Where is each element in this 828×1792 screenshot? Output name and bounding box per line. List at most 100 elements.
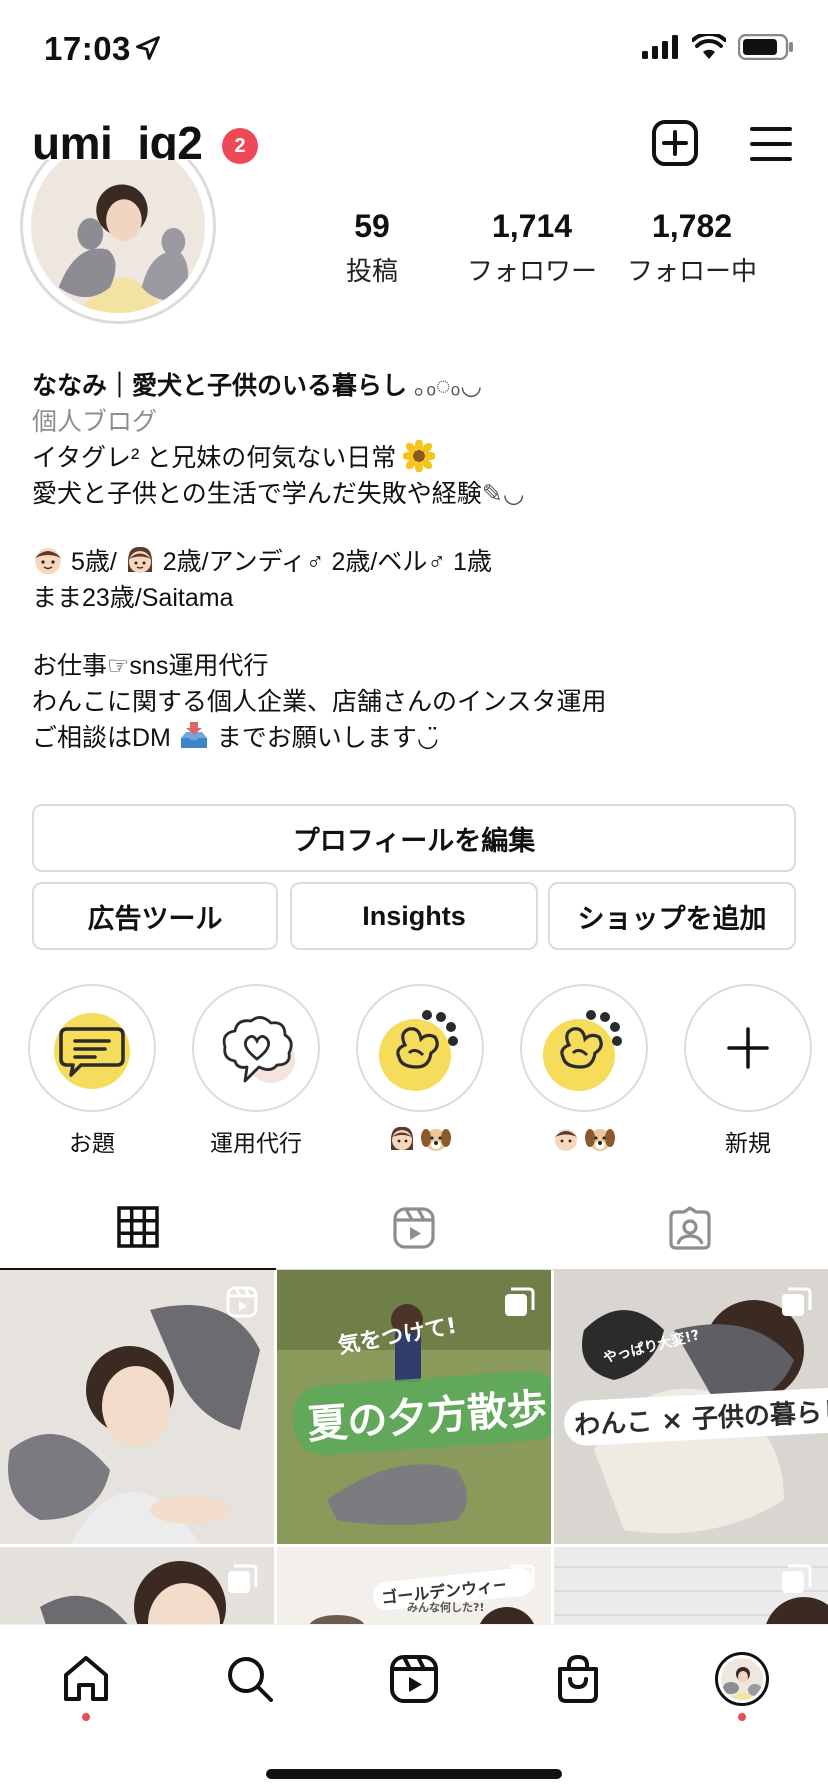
hamburger-menu-icon[interactable] bbox=[750, 124, 792, 164]
dog-paw-icon bbox=[365, 993, 475, 1103]
bio-line-2: 愛犬と子供との生活で学んだ失敗や経験✎◡ bbox=[32, 476, 802, 512]
tagged-icon bbox=[669, 1206, 711, 1250]
highlight-ring bbox=[520, 984, 648, 1112]
display-name: ななみ｜愛犬と子供のいる暮らし bbox=[32, 372, 408, 400]
battery-icon bbox=[738, 34, 793, 60]
carousel-badge-icon bbox=[228, 1564, 258, 1593]
name-decoration: ｡ₒ◌ₒ◡ bbox=[413, 372, 483, 400]
tab-reels[interactable] bbox=[276, 1186, 552, 1270]
highlight-label: お題 bbox=[69, 1130, 115, 1156]
post-tile[interactable]: やっぱり大変!? わんこ × 子供の暮らし bbox=[554, 1270, 828, 1544]
avatar-photo bbox=[31, 160, 205, 313]
carousel-badge-icon bbox=[505, 1287, 535, 1316]
post-tile[interactable]: 気をつけて! 夏の夕方散歩 bbox=[277, 1270, 551, 1544]
post-tile[interactable] bbox=[0, 1270, 274, 1544]
post-tile[interactable] bbox=[554, 1547, 828, 1624]
create-post-icon[interactable] bbox=[652, 120, 698, 166]
add-shop-button[interactable]: ショップを追加 bbox=[548, 882, 796, 950]
tab-posts-grid[interactable] bbox=[0, 1186, 276, 1270]
girl-face-icon bbox=[127, 546, 152, 573]
profile-avatar[interactable] bbox=[20, 160, 216, 346]
stat-following-label: フォロー中 bbox=[626, 256, 757, 286]
post-grid: 気をつけて! 夏の夕方散歩 やっぱり大変!? わんこ × 子供の暮らし ゴールデ… bbox=[0, 1270, 828, 1624]
profile-tabs bbox=[0, 1186, 828, 1270]
highlight-label: 新規 bbox=[725, 1130, 771, 1156]
home-icon bbox=[64, 1656, 108, 1701]
nav-reels[interactable] bbox=[384, 1649, 444, 1709]
highlight-label bbox=[354, 1124, 486, 1154]
stat-following[interactable]: 1,782 フォロー中 bbox=[622, 208, 762, 288]
tab-tagged[interactable] bbox=[552, 1186, 828, 1270]
post-tile[interactable] bbox=[0, 1547, 274, 1624]
highlight-ring bbox=[28, 984, 156, 1112]
nav-home-dot bbox=[82, 1713, 90, 1721]
bio-text-2: 愛犬と子供との生活で学んだ失敗や経験 bbox=[32, 480, 482, 508]
bio-line-6: わんこに関する個人企業、店舗さんのインスタ運用 bbox=[32, 688, 607, 716]
home-indicator bbox=[266, 1769, 562, 1779]
bio-line-4: まま23歳/Saitama bbox=[32, 584, 234, 612]
dog-paw-icon bbox=[529, 993, 639, 1103]
inbox-tray-icon bbox=[180, 722, 207, 748]
ad-tools-button[interactable]: 広告ツール bbox=[32, 882, 278, 950]
highlight-ring bbox=[684, 984, 812, 1112]
highlight-label bbox=[518, 1124, 650, 1154]
nav-shop[interactable] bbox=[548, 1649, 608, 1709]
highlight-label: 運用代行 bbox=[210, 1130, 302, 1156]
carousel-badge-icon bbox=[505, 1564, 535, 1593]
stat-posts-label: 投稿 bbox=[345, 256, 398, 286]
plus-icon bbox=[727, 1027, 769, 1069]
post-subtitle: みんな何した?! bbox=[407, 1601, 485, 1614]
bio-name-line: ななみ｜愛犬と子供のいる暮らし ｡ₒ◌ₒ◡ bbox=[32, 368, 802, 404]
wifi-icon bbox=[692, 34, 726, 59]
stat-posts-count: 59 bbox=[354, 208, 390, 244]
bio-line-5: お仕事☞sns運用代行 bbox=[32, 652, 269, 680]
girl-dog-emoji-icon bbox=[391, 1126, 451, 1151]
reel-badge-icon bbox=[226, 1286, 258, 1318]
bio-text-3a: 5歳/ bbox=[70, 548, 117, 576]
shopping-bag-icon bbox=[558, 1654, 598, 1703]
profile-avatar-small bbox=[715, 1652, 769, 1706]
highlight-ring bbox=[192, 984, 320, 1112]
bio-text-3b: 2歳/アンディ♂ 2歳/ベル♂ 1歳 bbox=[162, 548, 492, 576]
highlight-odai[interactable]: お題 bbox=[26, 984, 158, 1156]
bio-text-7c: ◡̈ bbox=[416, 724, 439, 752]
status-icons bbox=[642, 34, 794, 60]
stat-following-count: 1,782 bbox=[651, 208, 733, 244]
nav-profile-dot bbox=[738, 1713, 746, 1721]
bio-line-3: 5歳/ 2歳/アンディ♂ 2歳/ベル♂ 1歳 bbox=[32, 544, 802, 580]
carousel-badge-icon bbox=[782, 1287, 812, 1316]
highlight-ring bbox=[356, 984, 484, 1112]
insights-button[interactable]: Insights bbox=[290, 882, 538, 950]
location-arrow-icon bbox=[136, 36, 160, 60]
stat-followers-count: 1,714 bbox=[491, 208, 573, 244]
highlight-unyou[interactable]: 運用代行 bbox=[190, 984, 322, 1156]
chat-bubble-icon bbox=[37, 993, 147, 1103]
sunflower-icon bbox=[403, 440, 436, 472]
bio-text-7a: ご相談はDM bbox=[32, 724, 171, 752]
carousel-badge-icon bbox=[782, 1564, 812, 1593]
search-icon bbox=[228, 1657, 273, 1702]
stat-followers[interactable]: 1,714 フォロワー bbox=[462, 208, 602, 288]
profile-bio: ななみ｜愛犬と子供のいる暮らし ｡ₒ◌ₒ◡ 個人ブログ イタグレ² と兄妹の何気… bbox=[32, 368, 802, 756]
notification-badge[interactable]: 2 bbox=[222, 128, 258, 164]
grid-icon bbox=[117, 1206, 159, 1248]
heart-cloud-icon bbox=[201, 993, 311, 1103]
bio-text-2-suffix: ✎◡ bbox=[481, 480, 525, 508]
post-tile[interactable]: ゴールデンウィーク みんな何した?! bbox=[277, 1547, 551, 1624]
nav-profile[interactable] bbox=[712, 1649, 772, 1709]
highlight-new[interactable]: 新規 bbox=[682, 984, 814, 1156]
bio-line-7: ご相談はDM までお願いします◡̈ bbox=[32, 720, 802, 756]
status-time: 17:03 bbox=[44, 30, 131, 67]
reels-icon bbox=[393, 1207, 435, 1249]
highlight-kids-dog-1[interactable] bbox=[354, 984, 486, 1154]
highlight-kids-dog-2[interactable] bbox=[518, 984, 650, 1154]
edit-profile-button[interactable]: プロフィールを編集 bbox=[32, 804, 796, 872]
boy-face-icon bbox=[35, 548, 61, 574]
nav-search[interactable] bbox=[220, 1649, 280, 1709]
stat-followers-label: フォロワー bbox=[466, 256, 597, 286]
bio-text-1: イタグレ² と兄妹の何気ない日常 bbox=[32, 444, 397, 472]
signal-icon bbox=[642, 35, 678, 59]
nav-home[interactable] bbox=[56, 1649, 116, 1709]
stat-posts[interactable]: 59 投稿 bbox=[332, 208, 412, 288]
status-bar: 17:03 bbox=[0, 0, 828, 100]
